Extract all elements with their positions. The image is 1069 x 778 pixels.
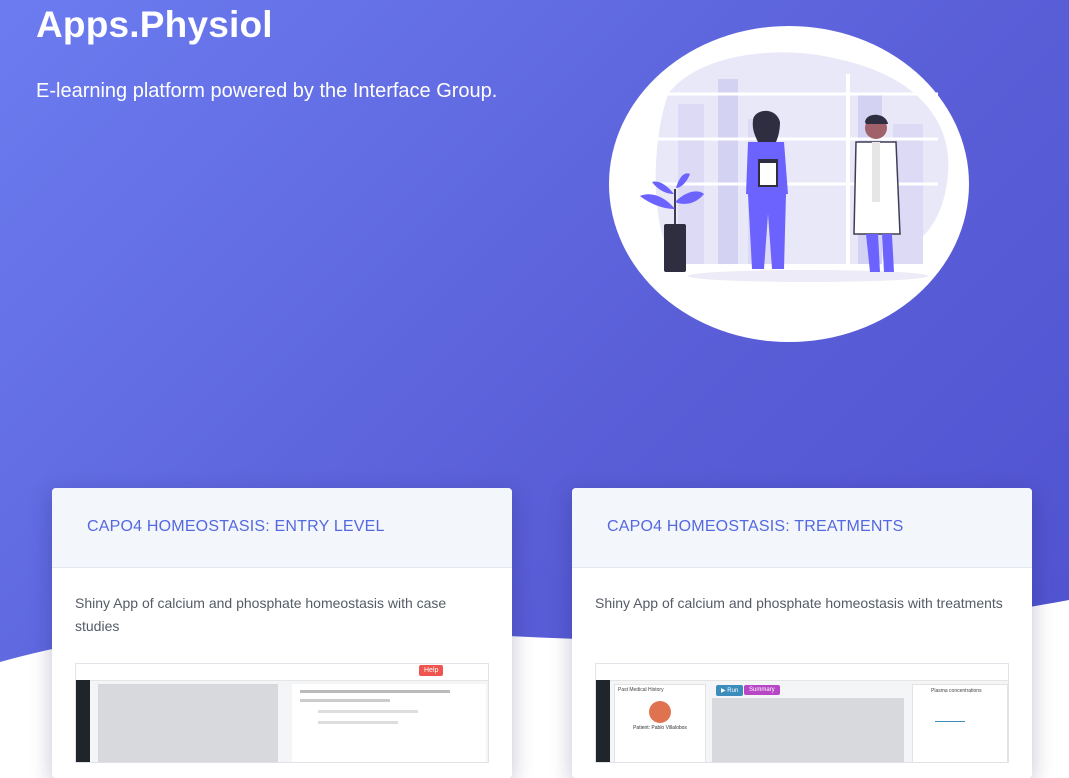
preview-diagram xyxy=(98,684,278,762)
preview-navbar xyxy=(596,664,1008,681)
card-description: Shiny App of calcium and phosphate homeo… xyxy=(75,595,447,634)
preview-history-panel: Past Medical History Patient: Pablo Vill… xyxy=(614,684,706,762)
preview-history-title: Past Medical History xyxy=(618,687,664,693)
card-description: Shiny App of calcium and phosphate homeo… xyxy=(595,595,1003,611)
page-subtitle: E-learning platform powered by the Inter… xyxy=(36,80,498,102)
preview-help-button: Help xyxy=(419,665,444,676)
app-card-treatments[interactable]: CAPO4 HOMEOSTASIS: TREATMENTS Shiny App … xyxy=(572,488,1032,778)
card-title-link[interactable]: CAPO4 HOMEOSTASIS: ENTRY LEVEL xyxy=(87,518,477,536)
app-preview-screenshot[interactable]: Past Medical History Patient: Pablo Vill… xyxy=(595,663,1009,763)
card-header: CAPO4 HOMEOSTASIS: TREATMENTS xyxy=(572,488,1032,568)
doctor-illustration xyxy=(609,26,969,342)
preview-plasma-panel: Plasma concentrations xyxy=(912,684,1008,762)
page-title: Apps.Physiol xyxy=(36,4,273,45)
preview-run-button: ▶ Run xyxy=(716,685,744,696)
card-header: CAPO4 HOMEOSTASIS: ENTRY LEVEL xyxy=(52,488,512,568)
preview-summary-button: Summary xyxy=(744,685,780,695)
app-card-entry-level[interactable]: CAPO4 HOMEOSTASIS: ENTRY LEVEL Shiny App… xyxy=(52,488,512,778)
card-body: Shiny App of calcium and phosphate homeo… xyxy=(572,568,1032,615)
preview-sidebar xyxy=(596,680,610,762)
preview-plasma-title: Plasma concentrations xyxy=(931,688,982,694)
preview-patient-label: Patient: Pablo Villalobos xyxy=(633,725,687,731)
patient-avatar xyxy=(649,701,671,723)
preview-diagram xyxy=(712,698,904,762)
card-body: Shiny App of calcium and phosphate homeo… xyxy=(52,568,512,638)
app-preview-screenshot[interactable]: Help xyxy=(75,663,489,763)
preview-plot-line xyxy=(935,721,965,722)
preview-text-panel xyxy=(292,684,486,762)
preview-sidebar xyxy=(76,680,90,762)
card-title-link[interactable]: CAPO4 HOMEOSTASIS: TREATMENTS xyxy=(607,518,997,536)
